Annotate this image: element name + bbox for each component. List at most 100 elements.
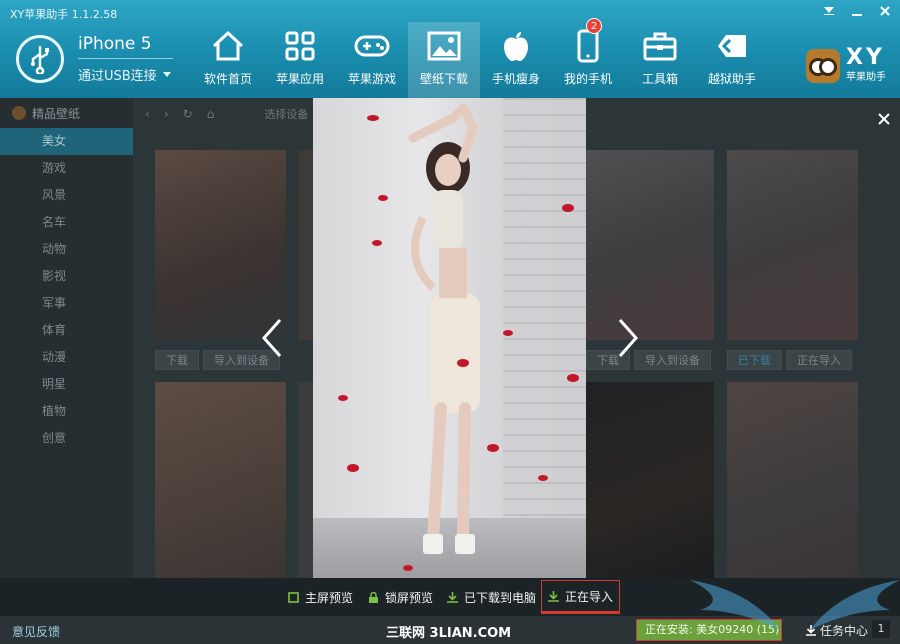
phone-icon [570, 28, 606, 64]
nav-label: 越狱助手 [707, 72, 756, 86]
nav-label: 工具箱 [641, 72, 678, 86]
sidebar-item-anime[interactable]: 动漫 [0, 344, 133, 371]
wallpaper-thumb[interactable] [727, 382, 858, 578]
task-count-badge: 1 [872, 620, 890, 638]
action-label: 锁屏预览 [385, 590, 434, 605]
wallpaper-thumb[interactable] [298, 382, 314, 578]
watermark-text: 三联网 3LIAN.COM [386, 626, 512, 641]
star-icon [12, 106, 26, 120]
thumb-actions: 已下载 正在导入 [727, 350, 852, 370]
status-bar: 意见反馈 三联网 3LIAN.COM 正在安装: 美女09240 (15) 任务… [0, 616, 900, 644]
next-arrow-icon[interactable] [616, 318, 640, 358]
jailbreak-icon [714, 28, 750, 64]
import-button[interactable]: 导入到设备 [634, 350, 711, 370]
wallpaper-icon [426, 28, 462, 64]
lockscreen-preview-button[interactable]: 锁屏预览 [368, 578, 433, 616]
sidebar-item-sports[interactable]: 体育 [0, 317, 133, 344]
preview-actions: 主屏预览 锁屏预览 已下载到电脑 正在导入 [0, 578, 900, 616]
sidebar-item-creative[interactable]: 创意 [0, 425, 133, 452]
sidebar-item-animals[interactable]: 动物 [0, 236, 133, 263]
action-label: 主屏预览 [305, 590, 354, 605]
download-button[interactable]: 下载 [155, 350, 199, 370]
home-icon [210, 28, 246, 64]
screen-icon [288, 591, 299, 603]
nav-games[interactable]: 苹果游戏 [336, 22, 408, 98]
nav-label: 我的手机 [563, 72, 612, 86]
sidebar-header: 精品壁纸 [0, 98, 133, 128]
sidebar-item-stars[interactable]: 明星 [0, 371, 133, 398]
category-sidebar: 精品壁纸 美女 游戏 风景 名车 动物 影视 军事 体育 动漫 明星 植物 创意 [0, 98, 133, 578]
sidebar-item-scenery[interactable]: 风景 [0, 182, 133, 209]
task-center-label: 任务中心 [820, 624, 869, 638]
device-name: iPhone 5 [78, 34, 152, 54]
action-label: 已下载到电脑 [464, 590, 537, 605]
apps-grid-icon [282, 28, 318, 64]
connection-selector[interactable]: 通过USB连接 [78, 65, 173, 84]
wallpaper-thumb[interactable] [586, 150, 714, 340]
action-label: 正在导入 [565, 589, 614, 604]
home-icon[interactable]: ⌂ [207, 107, 215, 121]
wallpaper-thumb[interactable] [586, 382, 714, 578]
wallpaper-thumb[interactable] [298, 150, 314, 340]
device-divider [78, 58, 173, 59]
refresh-icon[interactable]: ↻ [183, 107, 193, 121]
breadcrumb: 选择设备 [264, 108, 309, 121]
close-preview-icon[interactable] [878, 110, 890, 129]
downloaded-to-pc-button[interactable]: 已下载到电脑 [447, 578, 536, 616]
prev-arrow-icon[interactable] [260, 318, 284, 358]
sidebar-item-military[interactable]: 军事 [0, 290, 133, 317]
nav-label: 壁纸下载 [419, 72, 468, 86]
minimize-icon[interactable] [850, 4, 864, 18]
sidebar-item-cars[interactable]: 名车 [0, 209, 133, 236]
thumb-actions: 下载 导入到设备 [586, 350, 711, 370]
downloaded-button[interactable]: 已下载 [727, 350, 782, 370]
brand-logo: XY 苹果助手 [806, 45, 886, 83]
logo-text: XY [846, 45, 885, 70]
download-icon [548, 590, 559, 602]
owl-icon [806, 48, 840, 83]
nav-apps[interactable]: 苹果应用 [264, 22, 336, 98]
sidebar-item-games[interactable]: 游戏 [0, 155, 133, 182]
sidebar-item-beauty[interactable]: 美女 [0, 128, 133, 155]
dropdown-menu-icon[interactable] [822, 4, 836, 18]
nav-my-phone[interactable]: 2 我的手机 [552, 18, 624, 98]
nav-toolbox[interactable]: 工具箱 [624, 22, 696, 98]
gamepad-icon [354, 28, 390, 64]
sidebar-item-plants[interactable]: 植物 [0, 398, 133, 425]
nav-home[interactable]: 软件首页 [192, 22, 264, 98]
wallpaper-thumb[interactable] [727, 150, 858, 340]
wallpaper-thumb[interactable] [155, 150, 286, 340]
chevron-down-icon [162, 71, 171, 77]
toolbox-icon [642, 28, 678, 64]
logo-subtitle: 苹果助手 [846, 72, 886, 83]
nav-label: 软件首页 [203, 72, 252, 86]
wallpaper-thumb[interactable] [155, 382, 286, 578]
task-center-button[interactable]: 任务中心 [806, 622, 868, 639]
importing-button[interactable]: 正在导入 [786, 350, 852, 370]
model-figure [338, 103, 579, 571]
installing-status[interactable]: 正在安装: 美女09240 (15) [636, 619, 782, 641]
window-controls [822, 4, 892, 18]
nav-slim[interactable]: 手机瘦身 [480, 22, 552, 98]
wallpaper-preview [313, 98, 586, 578]
notification-badge: 2 [586, 18, 602, 34]
importing-button[interactable]: 正在导入 [541, 580, 621, 614]
fullscreen-preview-button[interactable]: 主屏预览 [288, 578, 353, 616]
device-panel[interactable]: iPhone 5 通过USB连接 [16, 34, 173, 84]
back-icon[interactable]: ‹ [145, 107, 150, 121]
download-icon [806, 625, 816, 636]
nav-label: 苹果游戏 [347, 72, 396, 86]
connection-label: 通过USB连接 [78, 69, 157, 84]
nav-label: 苹果应用 [275, 72, 324, 86]
apple-icon [498, 28, 534, 64]
sidebar-item-movies[interactable]: 影视 [0, 263, 133, 290]
nav-wallpaper[interactable]: 壁纸下载 [408, 22, 480, 98]
usb-icon [16, 35, 64, 83]
main-nav: 软件首页 苹果应用 苹果游戏 壁纸下载 手机瘦身 2 我的手机 工具箱 越狱助手 [192, 18, 768, 98]
nav-jailbreak[interactable]: 越狱助手 [696, 22, 768, 98]
feedback-link[interactable]: 意见反馈 [12, 623, 60, 640]
close-icon[interactable] [878, 4, 892, 18]
app-header: XY苹果助手 1.1.2.58 iPhone 5 通过USB连接 软件首页 苹果… [0, 0, 900, 98]
forward-icon[interactable]: › [164, 107, 169, 121]
nav-label: 手机瘦身 [491, 72, 540, 86]
